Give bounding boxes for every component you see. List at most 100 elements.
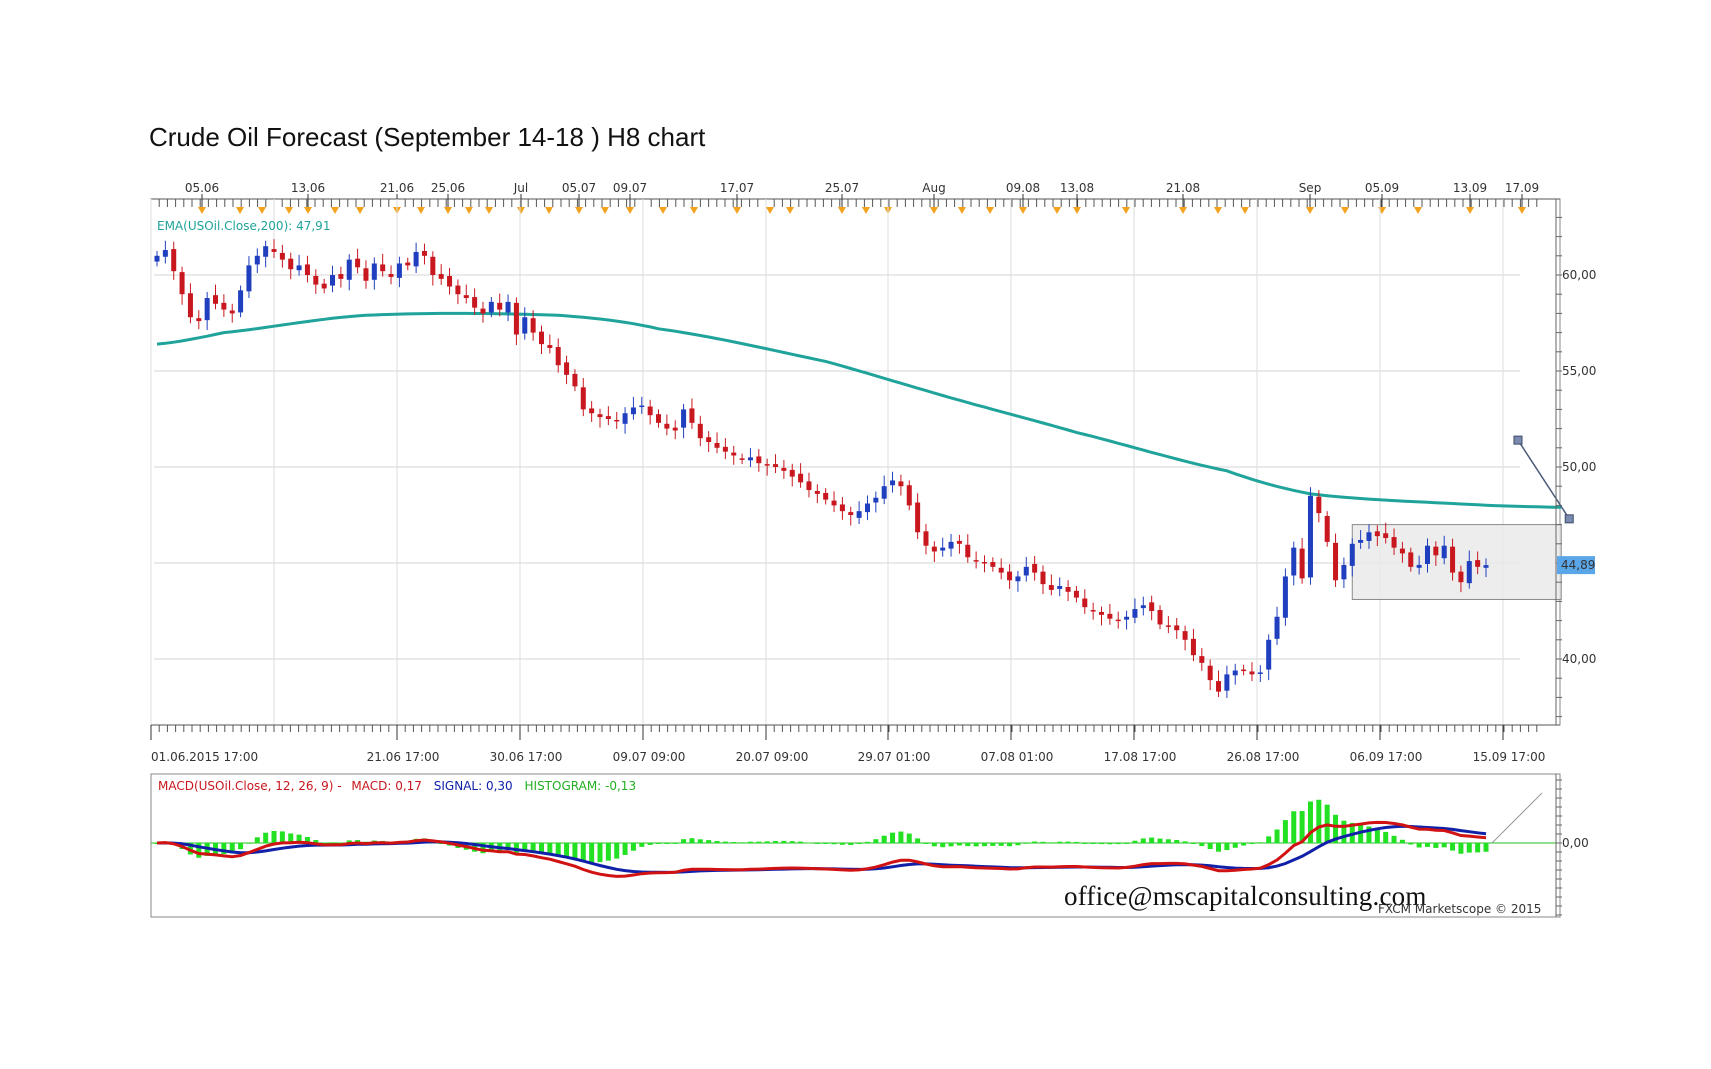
histogram-bar: [789, 841, 795, 843]
histogram-bar: [1475, 843, 1481, 853]
bottom-axis-label: 21.06 17:00: [367, 750, 440, 764]
histogram-bar: [1032, 841, 1038, 843]
histogram-bar: [271, 830, 277, 843]
bottom-axis-label: 29.07 01:00: [858, 750, 931, 764]
candle-body: [1057, 586, 1063, 589]
candle-body: [1458, 571, 1464, 583]
candle-body: [497, 302, 503, 310]
histogram-bar: [1408, 843, 1414, 845]
candle-body: [330, 275, 336, 286]
candle-body: [321, 283, 327, 289]
histogram-bar: [605, 843, 611, 861]
candle-body: [1324, 515, 1330, 542]
candle-body: [1433, 546, 1439, 556]
histogram-bar: [1341, 820, 1347, 843]
candle-body: [480, 308, 486, 314]
histogram-bar: [1190, 843, 1196, 844]
candle-body: [1007, 571, 1013, 581]
histogram-bar: [1149, 837, 1155, 843]
histogram-bar: [1199, 843, 1205, 847]
candle-body: [1065, 587, 1071, 592]
candle-body: [1441, 545, 1447, 559]
histogram-bar: [1383, 831, 1389, 843]
candle-body: [747, 457, 753, 461]
candle-body: [229, 310, 235, 314]
candle-body: [622, 413, 628, 424]
histogram-bar: [956, 843, 962, 846]
candle-body: [213, 295, 219, 304]
candle-body: [254, 255, 260, 265]
top-axis-label: 25.07: [825, 181, 859, 195]
candle-body: [639, 405, 645, 408]
histogram-bar: [764, 841, 770, 843]
histogram-bar: [1416, 843, 1422, 848]
histogram-bar: [672, 842, 678, 844]
histogram-bar: [731, 842, 737, 844]
histogram-bar: [864, 841, 870, 843]
histogram-bar: [238, 843, 244, 850]
candle-body: [513, 302, 519, 335]
histogram-bar: [873, 839, 879, 843]
histogram-bar: [739, 842, 745, 844]
candle-body: [447, 275, 453, 287]
candle-body: [739, 458, 745, 460]
candle-body: [689, 408, 695, 423]
histogram-bar: [1099, 843, 1105, 845]
candle-body: [154, 255, 160, 262]
candle-body: [555, 347, 561, 366]
candle-body: [538, 331, 544, 345]
candle-body: [530, 318, 536, 333]
candle-body: [1090, 610, 1096, 612]
ema-legend: EMA(USOil.Close,200): 47,91: [157, 219, 330, 233]
histogram-bar: [1040, 841, 1046, 843]
candle-body: [1199, 656, 1205, 663]
histogram-bar: [973, 843, 979, 847]
candle-body: [1023, 566, 1029, 576]
candle-body: [597, 414, 603, 418]
candle-body: [1216, 681, 1222, 692]
histogram-bar: [806, 842, 812, 844]
candle-body: [664, 423, 670, 429]
histogram-bar: [1241, 843, 1247, 846]
histogram-bar: [614, 843, 620, 859]
histogram-bar: [1483, 843, 1489, 852]
histogram-bar: [564, 843, 570, 858]
top-axis-label: 13.09: [1453, 181, 1487, 195]
histogram-bar: [1182, 841, 1188, 843]
candle-body: [1450, 546, 1456, 573]
histogram-bar: [981, 843, 987, 847]
histogram-bar: [1249, 843, 1255, 845]
candle-body: [923, 531, 929, 546]
histogram-bar: [656, 843, 662, 845]
histogram-bar: [940, 843, 946, 848]
histogram-bar: [1216, 843, 1222, 852]
histogram-bar: [1023, 842, 1029, 844]
candle-body: [672, 427, 678, 431]
histogram-bar: [1057, 841, 1063, 843]
top-axis-label: 05.09: [1365, 181, 1399, 195]
price-badge-label: 44,89: [1561, 558, 1595, 572]
candle-body: [1299, 548, 1305, 579]
top-axis-label: Aug: [922, 181, 945, 195]
candle-body: [580, 387, 586, 410]
candle-body: [848, 512, 854, 515]
candle-body: [956, 540, 962, 544]
histogram-bar: [263, 832, 269, 843]
candle-body: [1266, 639, 1272, 670]
candle-body: [547, 345, 553, 348]
bottom-axis-label: 06.09 17:00: [1350, 750, 1423, 764]
candle-body: [898, 481, 904, 487]
candle-body: [706, 437, 712, 443]
candle-body: [1099, 611, 1105, 615]
histogram-bar: [630, 843, 636, 851]
main-panel: [150, 198, 1561, 726]
histogram-bar: [254, 837, 260, 843]
candle-body: [388, 274, 394, 277]
histogram-bar: [1391, 835, 1397, 843]
candle-body: [647, 406, 653, 416]
histogram-bar: [1073, 841, 1079, 843]
candle-body: [1391, 537, 1397, 548]
candle-body: [288, 258, 294, 270]
copyright-text: FXCM Marketscope © 2015: [1378, 902, 1542, 916]
signal-legend-value: SIGNAL: 0,30: [434, 779, 513, 793]
